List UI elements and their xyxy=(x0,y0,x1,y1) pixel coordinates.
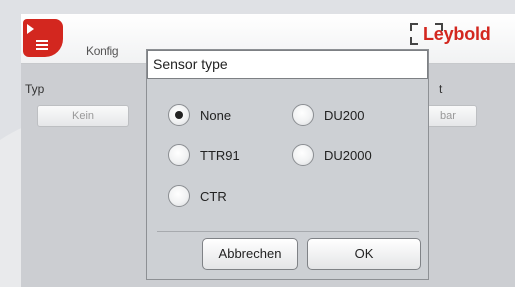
option-label: CTR xyxy=(200,188,227,204)
option-label: TTR91 xyxy=(200,147,240,163)
cancel-button[interactable]: Abbrechen xyxy=(202,238,298,270)
sensor-type-dialog: Sensor type None DU200 TTR91 DU2000 CTR … xyxy=(146,49,429,280)
option-ttr91[interactable]: TTR91 xyxy=(168,143,240,167)
device-screen: Konfig Leybold Typ Kein t bar Sensor typ… xyxy=(21,14,515,287)
play-icon xyxy=(27,24,34,34)
option-label: DU200 xyxy=(324,107,365,123)
type-value-button[interactable]: Kein xyxy=(37,105,129,127)
option-label: DU2000 xyxy=(324,147,372,163)
menu-button[interactable] xyxy=(23,19,63,57)
dialog-divider xyxy=(157,231,419,232)
radio-button-du200[interactable] xyxy=(292,104,314,126)
option-label: None xyxy=(200,107,232,123)
option-ctr[interactable]: CTR xyxy=(168,184,227,208)
hamburger-menu-icon xyxy=(36,40,48,52)
brand-logo: Leybold xyxy=(410,19,515,49)
radio-button-none[interactable] xyxy=(168,104,190,126)
option-du200[interactable]: DU200 xyxy=(292,103,364,127)
dialog-title: Sensor type xyxy=(147,50,428,79)
type-label: Typ xyxy=(25,82,45,96)
option-du2000[interactable]: DU2000 xyxy=(292,143,372,167)
right-field-label: t xyxy=(439,82,443,96)
radio-button-ctr[interactable] xyxy=(168,185,190,207)
brand-name: Leybold xyxy=(423,24,491,44)
radio-button-du2000[interactable] xyxy=(292,144,314,166)
option-none[interactable]: None xyxy=(168,103,231,127)
ok-button[interactable]: OK xyxy=(307,238,421,270)
header-title: Konfig xyxy=(86,44,119,58)
radio-button-ttr91[interactable] xyxy=(168,144,190,166)
